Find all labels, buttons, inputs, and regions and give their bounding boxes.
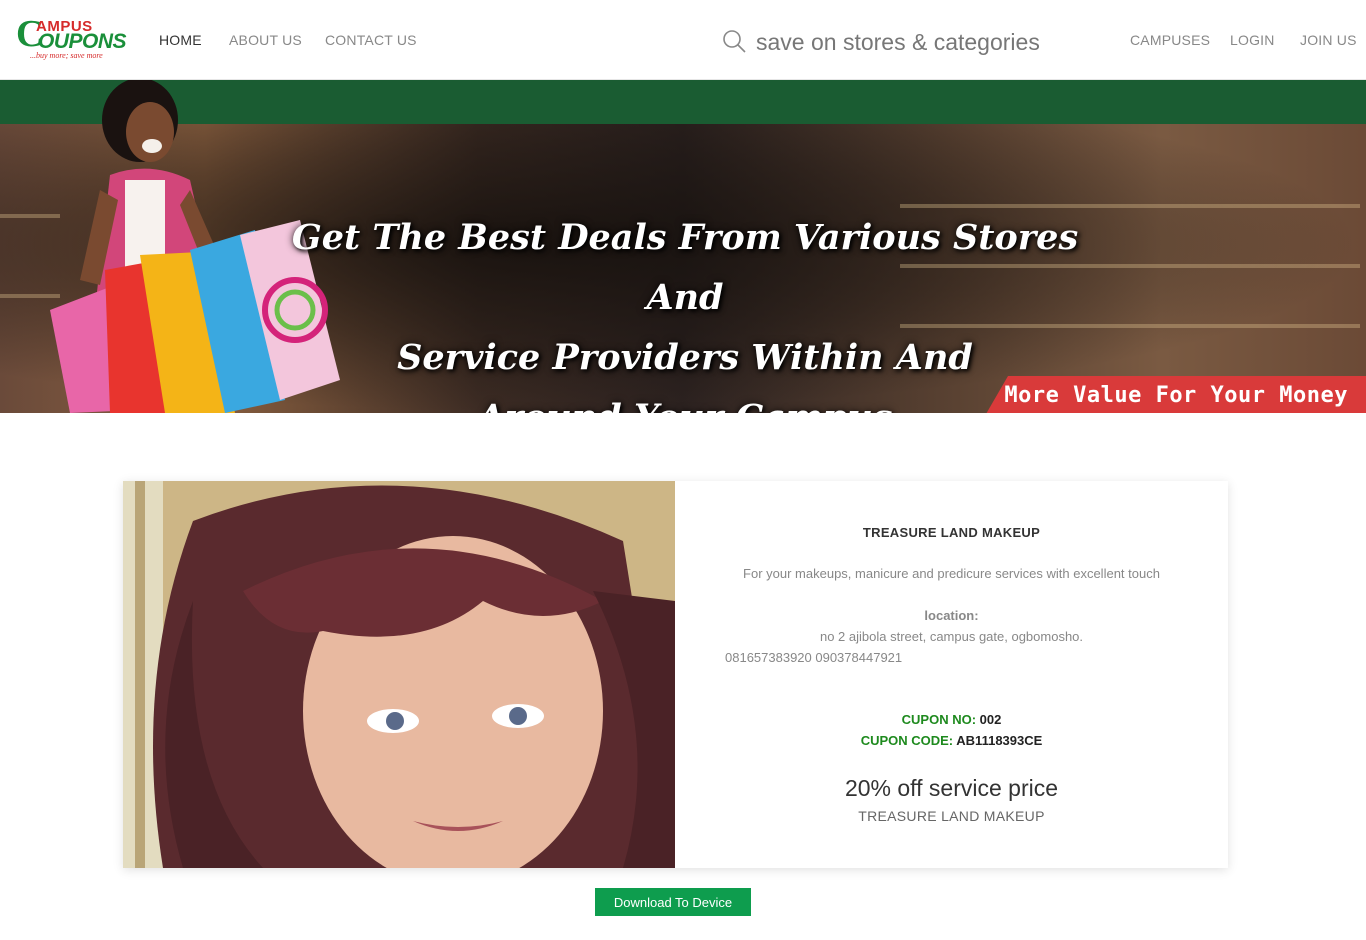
download-to-device-button[interactable]: Download To Device — [595, 888, 751, 916]
cupon-number-line: CUPON NO: 002 — [675, 712, 1228, 727]
banner-headline-line-1: Get The Best Deals From Various Stores A… — [291, 217, 1079, 318]
store-photo — [123, 481, 675, 868]
offer-store-name: TREASURE LAND MAKEUP — [858, 808, 1045, 824]
cupon-code-value: AB1118393CE — [956, 733, 1043, 748]
nav-join-us[interactable]: JOIN US — [1300, 32, 1357, 48]
cupon-number-value: 002 — [979, 712, 1002, 727]
store-name: TREASURE LAND MAKEUP — [862, 525, 1041, 540]
offer-title: 20% off service price — [844, 775, 1059, 801]
store-description: For your makeups, manicure and predicure… — [743, 566, 1160, 581]
search-icon[interactable] — [722, 29, 746, 53]
nav-login[interactable]: LOGIN — [1230, 32, 1275, 48]
hero-banner: Get The Best Deals From Various Stores A… — [0, 80, 1366, 413]
logo-tagline: ...buy more; save more — [30, 51, 103, 60]
campus-coupons-logo[interactable]: C AMPUS OUPONS ...buy more; save more — [16, 14, 134, 64]
site-header: C AMPUS OUPONS ...buy more; save more HO… — [0, 0, 1366, 80]
model-portrait-image — [123, 481, 675, 868]
nav-home[interactable]: HOME — [159, 32, 202, 48]
banner-value-ribbon: Get More Value For Your Money — [986, 376, 1366, 413]
store-phone-numbers: 081657383920 090378447921 — [725, 650, 903, 665]
cupon-code-label: CUPON CODE: — [860, 733, 954, 748]
location-address: no 2 ajibola street, campus gate, ogbomo… — [819, 629, 1084, 644]
location-label: location: — [924, 608, 979, 623]
cupon-code-line: CUPON CODE: AB1118393CE — [675, 733, 1228, 748]
cupon-number-label: CUPON NO: — [901, 712, 977, 727]
coupon-details: TREASURE LAND MAKEUP For your makeups, m… — [675, 481, 1228, 868]
banner-headline: Get The Best Deals From Various Stores A… — [270, 208, 1100, 413]
search-input[interactable] — [756, 26, 1076, 58]
banner-ribbon-text: Get More Value For Your Money — [949, 383, 1348, 408]
banner-headline-line-2: Service Providers Within And — [397, 337, 973, 378]
banner-headline-line-3: Around Your Campus — [270, 388, 1100, 413]
nav-contact-us[interactable]: CONTACT US — [325, 32, 417, 48]
search-bar — [720, 26, 1080, 58]
nav-campuses[interactable]: CAMPUSES — [1130, 32, 1210, 48]
nav-about-us[interactable]: ABOUT US — [229, 32, 302, 48]
coupon-card: TREASURE LAND MAKEUP For your makeups, m… — [123, 481, 1228, 868]
